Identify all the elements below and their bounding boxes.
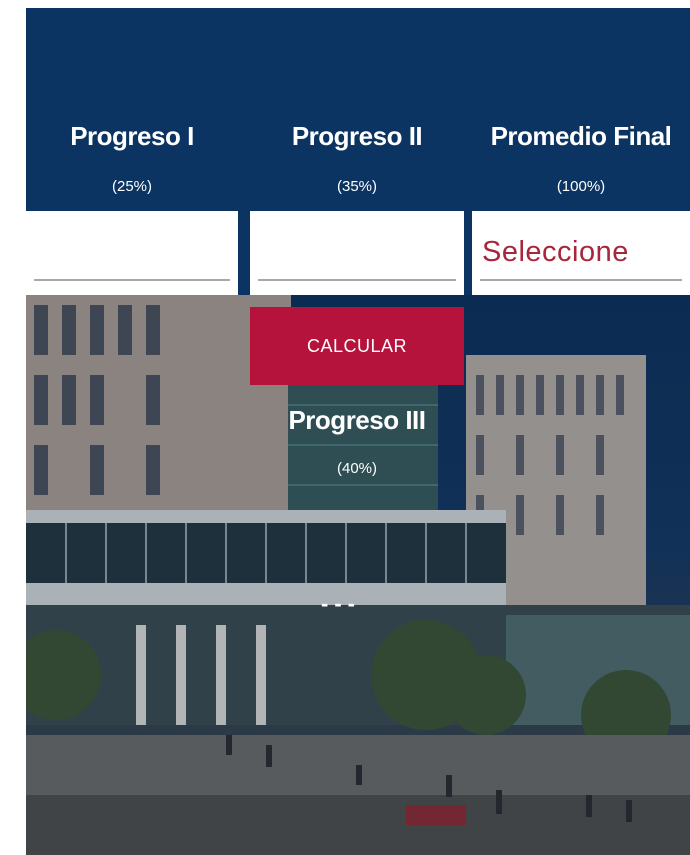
calculate-button[interactable]: CALCULAR bbox=[250, 307, 464, 385]
calculator-panel: Progreso I (25%) Progreso II (35%) Prome… bbox=[26, 8, 690, 855]
progreso-3-title: Progreso III bbox=[288, 405, 426, 435]
progreso-1-input[interactable] bbox=[34, 233, 230, 275]
progreso-1-weight: (25%) bbox=[111, 178, 152, 195]
promedio-final-select[interactable]: Seleccione bbox=[472, 211, 690, 295]
promedio-final-select-value[interactable]: Seleccione bbox=[482, 236, 629, 269]
promedio-final-title: Promedio Final bbox=[490, 121, 672, 151]
progreso-1-title: Progreso I bbox=[70, 121, 194, 151]
progreso-3-result: --- bbox=[321, 591, 361, 616]
progreso-2-input[interactable] bbox=[258, 233, 456, 275]
progreso-2-title: Progreso II bbox=[291, 121, 423, 151]
app-screen: Progreso I (25%) Progreso II (35%) Prome… bbox=[0, 0, 690, 855]
progreso-1-underline bbox=[34, 279, 230, 281]
progreso-2-underline bbox=[258, 279, 456, 281]
promedio-final-weight: (100%) bbox=[556, 178, 606, 195]
progreso-3-weight: (40%) bbox=[336, 460, 377, 477]
progreso-2-weight: (35%) bbox=[336, 178, 377, 195]
promedio-final-underline bbox=[480, 279, 682, 281]
progreso-2-field[interactable] bbox=[250, 211, 464, 295]
progreso-1-field[interactable] bbox=[26, 211, 238, 295]
